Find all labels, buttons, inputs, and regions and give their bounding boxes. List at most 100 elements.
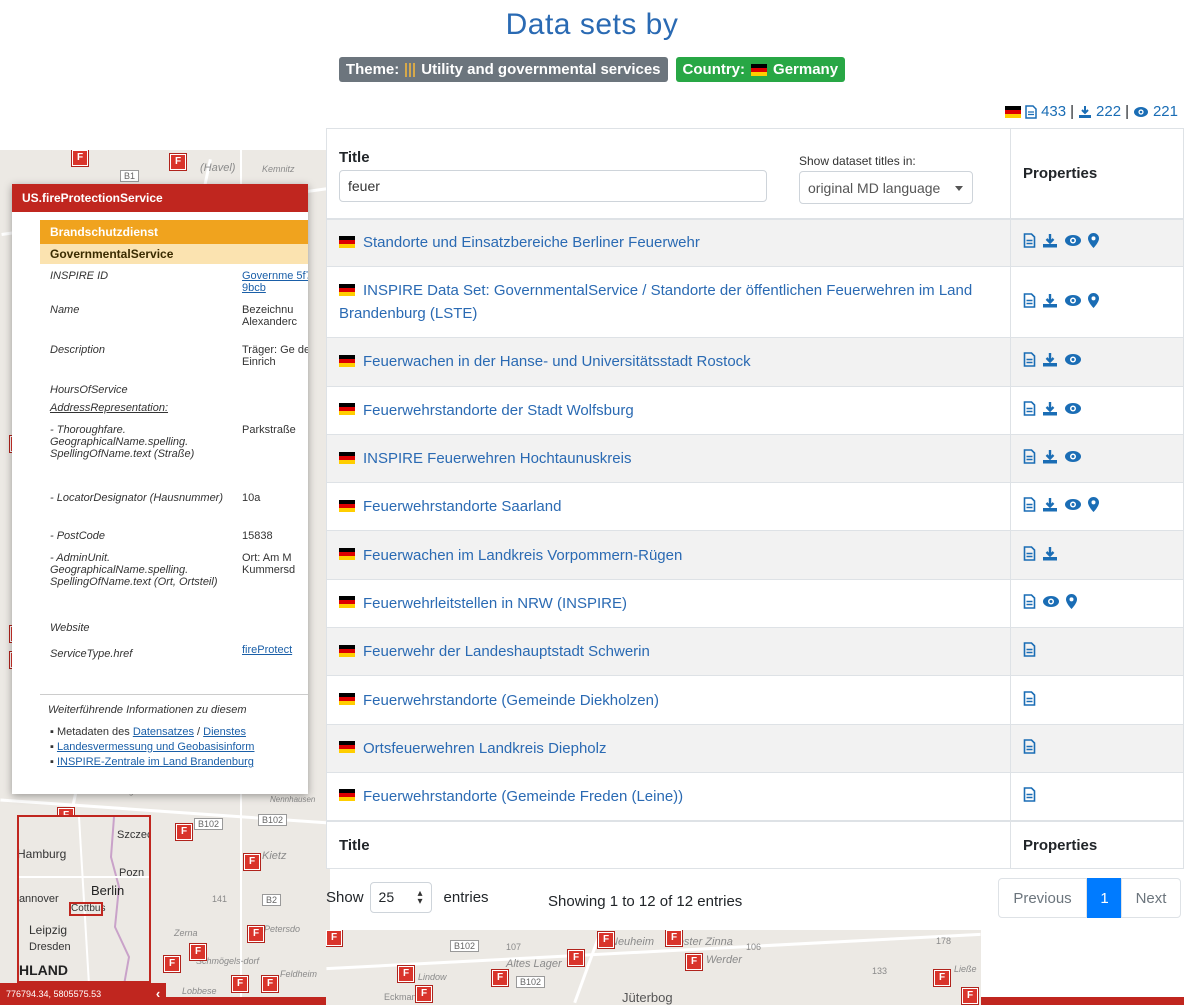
map-view-bottom[interactable]: B102 107 Altes Lager Neuheim Kloster Zin… — [326, 930, 981, 1005]
previous-page-button[interactable]: Previous — [998, 878, 1087, 918]
dataset-title-link[interactable]: Ortsfeuerwehren Landkreis Diepholz — [363, 740, 606, 757]
metadata-icon[interactable] — [1023, 690, 1036, 710]
fire-station-marker[interactable]: F — [398, 966, 414, 982]
fire-station-marker[interactable]: F — [232, 976, 248, 992]
popup-attribute-list: INSPIRE ID Governme 5f72-9bcb Name Bezei… — [40, 264, 308, 672]
fire-station-marker[interactable]: F — [686, 954, 702, 970]
metadata-icon[interactable] — [1023, 449, 1036, 468]
germany-flag-icon — [1005, 105, 1022, 118]
title-search-input[interactable] — [339, 170, 767, 202]
metadata-icon[interactable] — [1023, 292, 1036, 312]
metadata-icon[interactable] — [1023, 400, 1036, 420]
map-marker-icon[interactable] — [1088, 497, 1099, 516]
dataset-metadata-link[interactable]: Datensatzes — [133, 726, 194, 738]
fire-station-marker[interactable]: F — [262, 976, 278, 992]
view-icon[interactable] — [1064, 353, 1082, 370]
metadata-icon[interactable] — [1023, 497, 1036, 516]
dataset-title-link[interactable]: Feuerwehrstandorte Saarland — [363, 498, 561, 515]
page-1-button[interactable]: 1 — [1087, 878, 1122, 918]
metadata-icon[interactable] — [1023, 787, 1036, 806]
dataset-title-link[interactable]: Feuerwehrstandorte (Gemeinde Diekholzen) — [363, 692, 659, 709]
map-marker-icon[interactable] — [1088, 233, 1099, 252]
dataset-title-link[interactable]: Feuerwachen in der Hanse- und Universitä… — [363, 353, 751, 370]
fire-station-marker[interactable]: F — [72, 150, 88, 166]
dataset-title-link[interactable]: Feuerwehr der Landeshauptstadt Schwerin — [363, 643, 650, 660]
download-icon[interactable] — [1042, 352, 1058, 371]
view-icon[interactable] — [1064, 498, 1082, 515]
view-icon[interactable] — [1064, 234, 1082, 251]
properties-column-header[interactable]: Properties — [1010, 128, 1184, 220]
page-size-select[interactable]: 25 ▴ ▾ — [369, 882, 432, 913]
fire-station-marker[interactable]: F — [170, 154, 186, 170]
overview-label: Pozn — [119, 867, 145, 879]
map-label: Feldheim — [280, 969, 318, 979]
next-page-button[interactable]: Next — [1121, 878, 1181, 918]
view-icon[interactable] — [1064, 402, 1082, 419]
view-count: 221 — [1152, 103, 1178, 120]
view-icon[interactable] — [1064, 450, 1082, 467]
metadata-icon[interactable] — [1023, 233, 1036, 252]
table-row: INSPIRE Feuerwehren Hochtaunuskreis — [326, 433, 1184, 484]
fire-station-marker[interactable]: F — [326, 930, 342, 946]
download-icon[interactable] — [1042, 401, 1058, 420]
title-language-select[interactable]: original MD language — [799, 171, 973, 204]
dataset-title-link[interactable]: Feuerwehrstandorte der Stadt Wolfsburg — [363, 402, 634, 419]
view-icon[interactable] — [1064, 294, 1082, 311]
dataset-title-link[interactable]: Feuerwehrleitstellen in NRW (INSPIRE) — [363, 595, 627, 612]
fire-station-marker[interactable]: F — [962, 988, 978, 1004]
more-info-text: Weiterführende Informationen zu diesem — [48, 704, 247, 716]
download-icon[interactable] — [1042, 546, 1058, 565]
dataset-title-link[interactable]: INSPIRE Feuerwehren Hochtaunuskreis — [363, 450, 631, 467]
show-label: Show — [326, 889, 364, 906]
dataset-title-cell: Feuerwehrstandorte Saarland — [326, 482, 1011, 532]
title-column-header[interactable]: Title Show dataset titles in: original M… — [326, 128, 1011, 220]
theme-filter-badge[interactable]: Theme: Utility and governmental services — [338, 57, 668, 82]
overview-toggle-button[interactable]: ‹ — [150, 983, 166, 1005]
popup-field-label: ServiceType.href — [50, 648, 133, 660]
fire-station-marker[interactable]: F — [568, 950, 584, 966]
popup-field-value: Bezeichnu Alexanderc — [242, 304, 298, 328]
landesvermessung-link[interactable]: Landesvermessung und Geobasisinform — [57, 741, 255, 753]
metadata-icon[interactable] — [1023, 594, 1036, 613]
metadata-icon[interactable] — [1023, 739, 1036, 758]
dataset-title-link[interactable]: INSPIRE Data Set: GovernmentalService / … — [339, 282, 972, 322]
view-icon[interactable] — [1042, 595, 1060, 612]
dataset-title-link[interactable]: Standorte und Einsatzbereiche Berliner F… — [363, 234, 700, 251]
fire-station-marker[interactable]: F — [248, 926, 264, 942]
download-icon[interactable] — [1042, 449, 1058, 468]
fire-station-marker[interactable]: F — [190, 944, 206, 960]
metadata-icon[interactable] — [1023, 545, 1036, 565]
dataset-title-link[interactable]: Feuerwehrstandorte (Gemeinde Freden (Lei… — [363, 788, 683, 805]
fire-station-marker[interactable]: F — [492, 970, 508, 986]
fire-station-marker[interactable]: F — [176, 824, 192, 840]
overview-extent-box[interactable] — [69, 902, 103, 916]
popup-field-label: INSPIRE ID — [50, 270, 109, 282]
inspire-zentrale-link[interactable]: INSPIRE-Zentrale im Land Brandenburg — [57, 756, 254, 768]
table-row: Feuerwehrstandorte Saarland — [326, 482, 1184, 532]
map-marker-icon[interactable] — [1088, 292, 1099, 312]
fire-station-marker[interactable]: F — [164, 956, 180, 972]
table-row: Feuerwehrleitstellen in NRW (INSPIRE) — [326, 578, 1184, 629]
download-icon[interactable] — [1042, 497, 1058, 516]
germany-flag-icon — [339, 283, 355, 296]
download-icon[interactable] — [1042, 293, 1058, 312]
dataset-properties-cell — [1010, 482, 1184, 532]
inspire-id-link[interactable]: Governme 5f72-9bcb — [242, 270, 308, 294]
popup-field-label: Name — [50, 304, 80, 316]
fire-station-marker[interactable]: F — [598, 932, 614, 948]
service-metadata-link[interactable]: Dienstes — [203, 726, 246, 738]
download-icon[interactable] — [1042, 233, 1058, 252]
metadata-icon[interactable] — [1023, 642, 1036, 661]
map-label: Lobbese — [182, 986, 217, 996]
dataset-title-link[interactable]: Feuerwachen im Landkreis Vorpommern-Rüge… — [363, 547, 682, 564]
overview-map[interactable]: Szczec Hamburg Pozn Berlin Hannover Cott… — [17, 815, 151, 983]
fire-station-marker[interactable]: F — [244, 854, 260, 870]
service-type-link[interactable]: fireProtect — [242, 644, 308, 656]
metadata-icon[interactable] — [1023, 352, 1036, 371]
fire-station-marker[interactable]: F — [416, 986, 432, 1002]
country-filter-badge[interactable]: Country: Germany — [675, 57, 846, 82]
title-column-footer: Title — [326, 819, 1011, 870]
fire-station-marker[interactable]: F — [934, 970, 950, 986]
map-marker-icon[interactable] — [1066, 593, 1077, 613]
fire-station-marker[interactable]: F — [666, 930, 682, 946]
